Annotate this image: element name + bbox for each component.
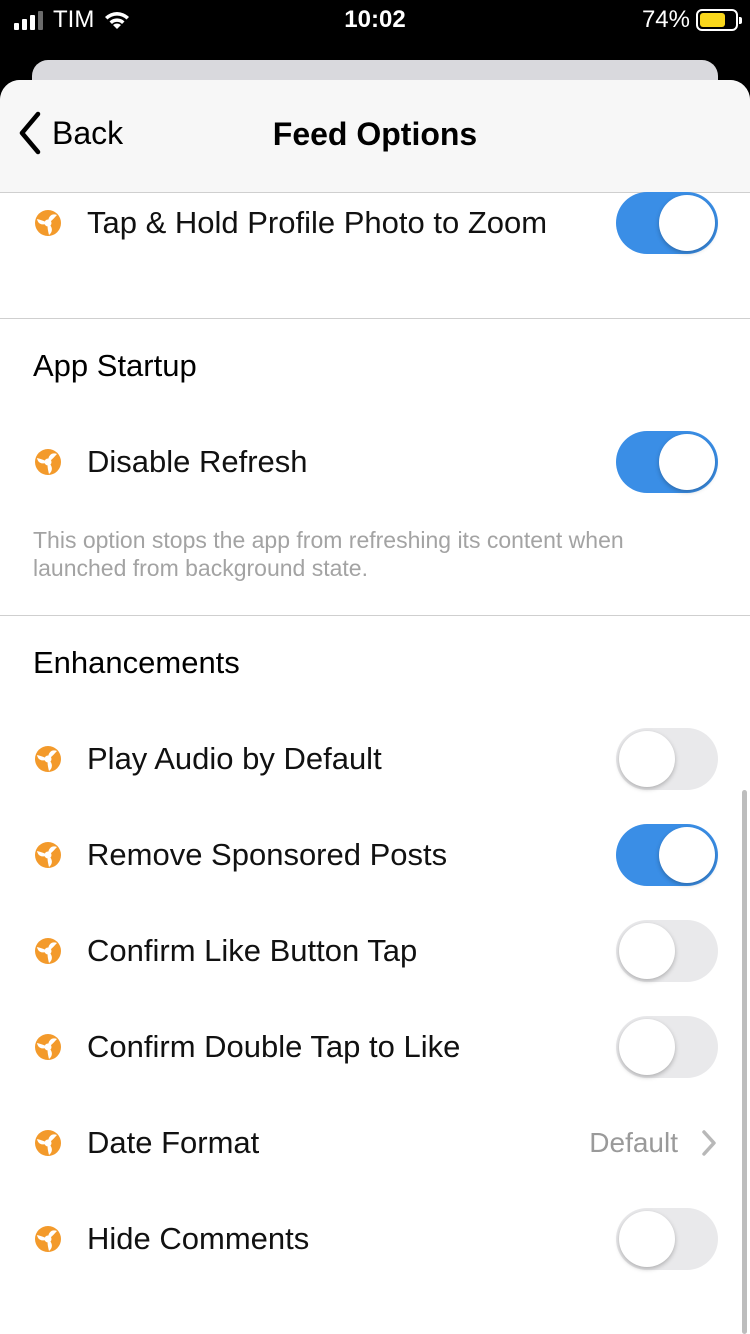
row-label: Disable Refresh bbox=[87, 444, 308, 479]
confirm-like-toggle[interactable] bbox=[616, 920, 718, 982]
date-format-value: Default bbox=[589, 1127, 678, 1158]
confirm-double-tap-toggle[interactable] bbox=[616, 1016, 718, 1078]
orange-pinwheel-icon bbox=[35, 1034, 61, 1060]
divider bbox=[0, 615, 750, 616]
row-hide-comments: Hide Comments bbox=[0, 1191, 750, 1287]
toggle-knob bbox=[659, 434, 715, 490]
zoom-toggle[interactable] bbox=[616, 192, 718, 254]
toggle-knob bbox=[659, 195, 715, 251]
toggle-knob bbox=[619, 1211, 675, 1267]
chevron-right-icon bbox=[702, 1130, 716, 1156]
row-label: Confirm Like Button Tap bbox=[87, 933, 418, 968]
feed-options-sheet: Back Feed Options Tap & Hold Profile Pho… bbox=[0, 80, 750, 1334]
status-bar: TIM 10:02 74% bbox=[0, 0, 750, 44]
hide-comments-toggle[interactable] bbox=[616, 1208, 718, 1270]
page-title: Feed Options bbox=[272, 116, 478, 152]
row-confirm-like: Confirm Like Button Tap bbox=[0, 903, 750, 999]
section-title-enhancements: Enhancements bbox=[33, 645, 240, 680]
footnote-app-startup: This option stops the app from refreshin… bbox=[33, 527, 624, 581]
toggle-knob bbox=[619, 1019, 675, 1075]
row-label: Date Format bbox=[87, 1125, 260, 1160]
play-audio-toggle[interactable] bbox=[616, 728, 718, 790]
orange-pinwheel-icon bbox=[35, 210, 61, 236]
disable-refresh-toggle[interactable] bbox=[616, 431, 718, 493]
clock: 10:02 bbox=[344, 6, 406, 33]
row-label: Remove Sponsored Posts bbox=[87, 837, 448, 872]
row-label: Tap & Hold Profile Photo to Zoom bbox=[87, 205, 548, 240]
row-date-format[interactable]: Date Format Default bbox=[0, 1095, 750, 1191]
scrollbar[interactable] bbox=[742, 790, 747, 1334]
orange-pinwheel-icon bbox=[35, 1226, 61, 1252]
row-label: Confirm Double Tap to Like bbox=[87, 1029, 461, 1064]
toggle-knob bbox=[659, 827, 715, 883]
toggle-knob bbox=[619, 923, 675, 979]
toggle-knob bbox=[619, 731, 675, 787]
orange-pinwheel-icon bbox=[35, 449, 61, 475]
battery-icon bbox=[696, 9, 742, 31]
remove-sponsored-toggle[interactable] bbox=[616, 824, 718, 886]
section-title-app-startup: App Startup bbox=[33, 348, 197, 383]
row-remove-sponsored: Remove Sponsored Posts bbox=[0, 807, 750, 903]
row-label: Hide Comments bbox=[87, 1221, 310, 1256]
row-disable-refresh: Disable Refresh bbox=[0, 414, 750, 510]
battery-percent: 74% bbox=[641, 6, 690, 33]
orange-pinwheel-icon bbox=[35, 842, 61, 868]
row-confirm-double-tap: Confirm Double Tap to Like bbox=[0, 999, 750, 1095]
row-play-audio: Play Audio by Default bbox=[0, 711, 750, 807]
row-label: Play Audio by Default bbox=[87, 741, 382, 776]
row-tap-hold-zoom: Tap & Hold Profile Photo to Zoom bbox=[0, 175, 750, 271]
orange-pinwheel-icon bbox=[35, 1130, 61, 1156]
orange-pinwheel-icon bbox=[35, 746, 61, 772]
orange-pinwheel-icon bbox=[35, 938, 61, 964]
divider bbox=[0, 318, 750, 319]
